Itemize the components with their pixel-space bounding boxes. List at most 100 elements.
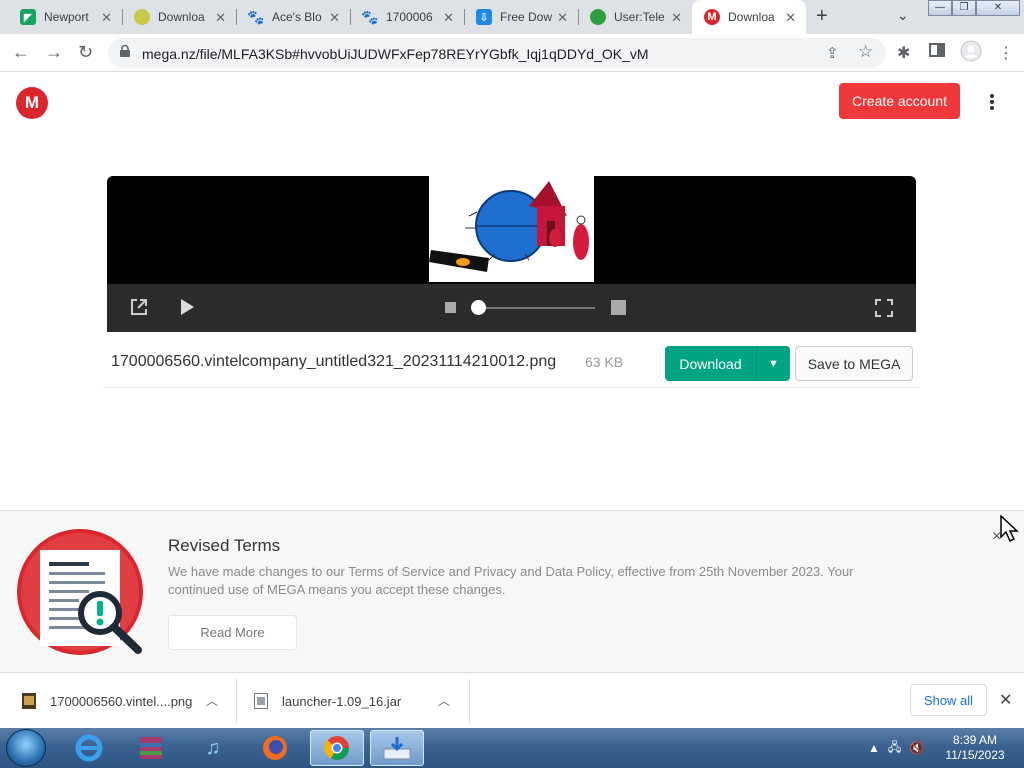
close-tab-icon[interactable]: ✕: [329, 10, 340, 26]
share-icon[interactable]: ⇪: [826, 44, 839, 62]
download-item[interactable]: launcher-1.09_16.jar ︿: [254, 673, 468, 729]
lock-icon: [120, 45, 130, 57]
mega-logo[interactable]: M: [16, 87, 48, 119]
viewer-controls: [107, 284, 916, 332]
network-icon[interactable]: 🖧: [888, 738, 901, 759]
jar-file-icon: [254, 693, 268, 709]
forward-icon[interactable]: →: [45, 42, 63, 63]
download-filename: launcher-1.09_16.jar: [282, 693, 402, 709]
save-to-mega-button[interactable]: Save to MEGA: [795, 346, 913, 381]
zoom-slider-track[interactable]: [477, 307, 595, 309]
new-tab-icon[interactable]: +: [816, 5, 828, 28]
tab-label: Downloa: [728, 10, 775, 24]
download-label: Download: [679, 355, 742, 372]
globe-favicon-icon: [134, 9, 150, 25]
clock[interactable]: 8:39 AM 11/15/2023: [940, 733, 1010, 763]
address-bar[interactable]: mega.nz/file/MLFA3KSb#hvvobUiJUDWFxFep78…: [108, 38, 886, 68]
close-window-icon[interactable]: ✕: [976, 0, 1020, 16]
close-tab-icon[interactable]: ✕: [557, 10, 568, 26]
winrar-icon[interactable]: [124, 730, 178, 766]
more-options-icon[interactable]: [984, 92, 1000, 114]
download-item[interactable]: 1700006560.vintel....png ︿: [22, 673, 236, 729]
tab-label: Downloa: [158, 10, 205, 24]
minimize-icon[interactable]: —: [928, 0, 952, 16]
image-file-icon: [22, 693, 36, 709]
chevron-up-icon[interactable]: ︿: [206, 692, 218, 709]
url-text: mega.nz/file/MLFA3KSb#hvvobUiJUDWFxFep78…: [142, 46, 649, 62]
close-tab-icon[interactable]: ✕: [101, 10, 112, 26]
close-tab-icon[interactable]: ✕: [785, 10, 796, 26]
downloads-shelf: 1700006560.vintel....png ︿ launcher-1.09…: [0, 672, 1024, 728]
window-controls: — ❐ ✕: [928, 0, 1020, 16]
tab-user-tele[interactable]: User:Tele ✕: [578, 0, 692, 34]
close-shelf-icon[interactable]: ✕: [999, 690, 1012, 710]
tab-label: User:Tele: [614, 10, 665, 24]
downloads-folder-icon[interactable]: [370, 730, 424, 766]
start-button[interactable]: [6, 729, 46, 767]
tab-download-1[interactable]: Downloa ✕: [122, 0, 236, 34]
volume-muted-icon[interactable]: 🔇: [909, 741, 924, 755]
download-button[interactable]: Download ▼: [665, 346, 790, 381]
terms-title: Revised Terms: [168, 536, 281, 555]
close-tab-icon[interactable]: ✕: [215, 10, 226, 26]
image-viewer: [107, 176, 916, 332]
internet-explorer-icon[interactable]: [62, 730, 116, 766]
play-icon[interactable]: [179, 298, 195, 321]
file-info-bar: 1700006560.vintelcompany_untitled321_202…: [103, 338, 920, 388]
extensions-icon[interactable]: ✱: [897, 43, 910, 63]
image-preview: [429, 176, 594, 282]
reload-icon[interactable]: ↻: [78, 42, 93, 63]
zoom-slider-thumb[interactable]: [471, 300, 486, 315]
terms-body: We have made changes to our Terms of Ser…: [168, 564, 854, 597]
green-flag-favicon-icon: ◤: [20, 9, 36, 25]
show-all-button[interactable]: Show all: [910, 684, 987, 716]
file-name: 1700006560.vintelcompany_untitled321_202…: [111, 353, 557, 370]
chrome-icon[interactable]: [310, 730, 364, 766]
download-favicon-icon: ⇩: [476, 9, 492, 25]
back-icon[interactable]: ←: [12, 42, 30, 63]
fullscreen-icon[interactable]: [874, 298, 894, 323]
bookmark-star-icon[interactable]: ☆: [858, 42, 873, 62]
browser-toolbar: ← → ↻ mega.nz/file/MLFA3KSb#hvvobUiJUDWF…: [0, 34, 1024, 72]
clock-date: 11/15/2023: [945, 748, 1005, 762]
show-hidden-icons-icon[interactable]: ▲: [868, 741, 880, 755]
chrome-menu-icon[interactable]: ⋮: [998, 43, 1014, 63]
read-more-button[interactable]: Read More: [168, 615, 297, 650]
firefox-icon[interactable]: [248, 730, 302, 766]
tab-1700006[interactable]: 🐾 1700006 ✕: [350, 0, 464, 34]
taskbar: ♫ ▲ 🖧 🔇 8:39 AM 11/15/2023: [0, 728, 1024, 768]
mouse-cursor-icon: [1000, 515, 1019, 543]
paw-favicon-icon: 🐾: [247, 8, 265, 25]
tab-newport[interactable]: ◤ Newport ✕: [8, 0, 122, 34]
restore-icon[interactable]: ❐: [952, 0, 976, 16]
download-filename: 1700006560.vintel....png: [50, 693, 193, 709]
create-account-button[interactable]: Create account: [839, 83, 960, 119]
close-tab-icon[interactable]: ✕: [443, 10, 454, 26]
tab-strip: ◤ Newport ✕ Downloa ✕ 🐾 Ace's Blo ✕ 🐾 17…: [0, 0, 1024, 34]
open-external-icon[interactable]: [129, 297, 149, 322]
clock-time: 8:39 AM: [952, 733, 998, 747]
tab-label: Newport: [44, 10, 89, 24]
mega-favicon-icon: M: [704, 9, 720, 25]
file-size: 63 KB: [585, 354, 624, 370]
tab-label: 1700006: [386, 10, 433, 24]
revised-terms-banner: Revised Terms We have made changes to ou…: [0, 510, 1024, 672]
chevron-down-icon[interactable]: ▼: [756, 346, 790, 381]
tab-search-chevron-icon[interactable]: ⌄: [897, 7, 909, 24]
profile-avatar-icon[interactable]: [960, 40, 982, 67]
tab-mega-download[interactable]: M Downloa ✕: [692, 0, 806, 34]
wiki-favicon-icon: [590, 9, 606, 25]
side-panel-icon[interactable]: [929, 42, 945, 63]
close-tab-icon[interactable]: ✕: [671, 10, 682, 26]
system-tray: ▲ 🖧 🔇: [868, 728, 924, 768]
terms-document-icon: [17, 529, 143, 655]
chevron-up-icon[interactable]: ︿: [438, 692, 450, 709]
tab-free-download[interactable]: ⇩ Free Dow ✕: [464, 0, 578, 34]
itunes-icon[interactable]: ♫: [186, 730, 240, 766]
paw-favicon-icon: 🐾: [361, 8, 379, 25]
zoom-in-image-icon[interactable]: [610, 299, 627, 321]
tab-label: Free Dow: [500, 10, 552, 24]
tab-label: Ace's Blo: [272, 10, 322, 24]
tab-aces-blog[interactable]: 🐾 Ace's Blo ✕: [236, 0, 350, 34]
zoom-out-image-icon[interactable]: [444, 301, 457, 319]
